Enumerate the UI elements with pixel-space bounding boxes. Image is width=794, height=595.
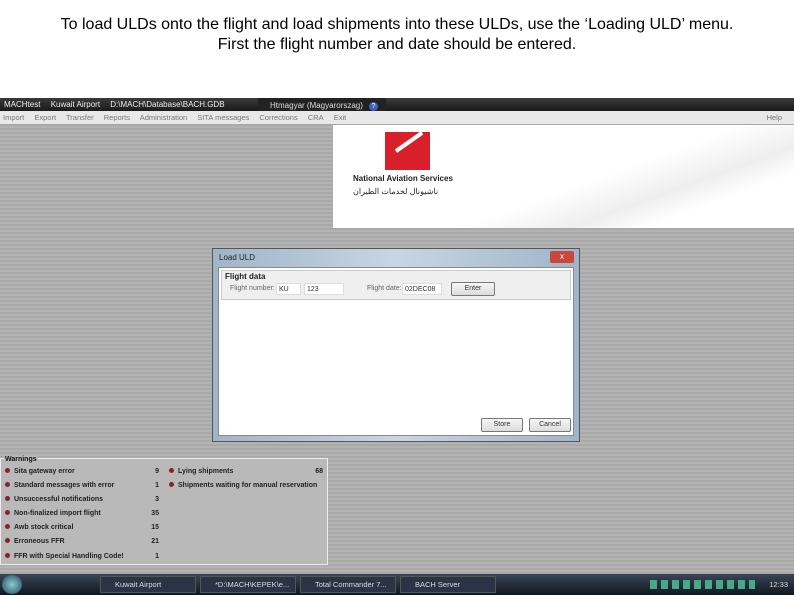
warning-label: Unsuccessful notifications bbox=[14, 496, 104, 503]
bullet-icon bbox=[5, 538, 10, 543]
app-titlebar: MACHtest Kuwait Airport D:\MACH\Database… bbox=[0, 98, 794, 111]
flight-date-input[interactable]: 02DEC08 bbox=[402, 283, 442, 295]
dialog-body: Flight data Flight number: KU 123 Flight… bbox=[218, 267, 574, 436]
flight-date-label: Flight date: bbox=[367, 285, 402, 292]
bullet-icon bbox=[5, 524, 10, 529]
warning-item[interactable]: Awb stock critical bbox=[5, 524, 73, 531]
menu-exit[interactable]: Exit bbox=[334, 113, 347, 122]
store-button[interactable]: Store bbox=[481, 418, 523, 432]
warning-count: 15 bbox=[151, 524, 159, 531]
taskbar-item-editor[interactable]: *D:\MACH\KEPEK\e... bbox=[200, 576, 296, 593]
flight-number-input[interactable]: 123 bbox=[304, 283, 344, 295]
dialog-title: Load ULD bbox=[219, 253, 256, 262]
warning-count: 9 bbox=[155, 468, 159, 475]
menu-transfer[interactable]: Transfer bbox=[66, 113, 94, 122]
warning-count: 35 bbox=[151, 510, 159, 517]
taskbar: Kuwait Airport *D:\MACH\KEPEK\e... Total… bbox=[0, 574, 794, 595]
logo-name: National Aviation Services bbox=[353, 174, 453, 183]
start-button-icon[interactable] bbox=[2, 575, 22, 594]
warning-label: Standard messages with error bbox=[14, 482, 115, 489]
warning-count: 1 bbox=[155, 482, 159, 489]
logo-arabic: ناشيونال لخدمات الطيران bbox=[353, 187, 439, 196]
nas-logo-icon bbox=[385, 132, 430, 170]
warning-label: Erroneous FFR bbox=[14, 538, 65, 545]
bullet-icon bbox=[5, 553, 10, 558]
warning-item[interactable]: Non-finalized import flight bbox=[5, 510, 101, 517]
slide-caption: To load ULDs onto the flight and load sh… bbox=[0, 0, 794, 98]
warning-label: Sita gateway error bbox=[14, 468, 75, 475]
menu-sita-messages[interactable]: SITA messages bbox=[197, 113, 249, 122]
group-label: Flight data bbox=[225, 272, 266, 281]
warning-item[interactable]: FFR with Special Handling Code! bbox=[5, 553, 124, 560]
app-name: MACHtest bbox=[4, 100, 41, 109]
warnings-panel: Warnings Sita gateway error 9 Standard m… bbox=[0, 456, 328, 565]
warning-item[interactable]: Unsuccessful notifications bbox=[5, 496, 103, 503]
carrier-input[interactable]: KU bbox=[276, 283, 301, 295]
warning-item[interactable]: Shipments waiting for manual reservation bbox=[169, 482, 317, 489]
warning-label: Awb stock critical bbox=[14, 524, 74, 531]
menu-reports[interactable]: Reports bbox=[104, 113, 130, 122]
warning-item[interactable]: Lying shipments bbox=[169, 468, 233, 475]
system-tray-icons[interactable] bbox=[650, 580, 755, 589]
warning-label: Lying shipments bbox=[178, 468, 234, 475]
warning-count: 1 bbox=[155, 553, 159, 560]
warning-item[interactable]: Erroneous FFR bbox=[5, 538, 65, 545]
bullet-icon bbox=[169, 482, 174, 487]
menu-administration[interactable]: Administration bbox=[140, 113, 188, 122]
flight-data-group: Flight data Flight number: KU 123 Flight… bbox=[221, 270, 571, 300]
company-logo: National Aviation Services ناشيونال لخدم… bbox=[333, 125, 794, 228]
bullet-icon bbox=[5, 510, 10, 515]
menu-import[interactable]: Import bbox=[3, 113, 24, 122]
airport-name: Kuwait Airport bbox=[50, 100, 101, 109]
cancel-button[interactable]: Cancel bbox=[529, 418, 571, 432]
warning-count: 68 bbox=[315, 468, 323, 475]
warning-count: 21 bbox=[151, 538, 159, 545]
warning-label: Non-finalized import flight bbox=[14, 510, 101, 517]
flight-number-label: Flight number: bbox=[230, 285, 275, 292]
caption-line-2: First the flight number and date should … bbox=[217, 36, 577, 53]
load-uld-dialog: Load ULD x Flight data Flight number: KU… bbox=[212, 248, 580, 442]
warning-count: 3 bbox=[155, 496, 159, 503]
bullet-icon bbox=[5, 482, 10, 487]
caption-line-1: To load ULDs onto the flight and load sh… bbox=[60, 16, 734, 33]
bullet-icon bbox=[169, 468, 174, 473]
menu-help[interactable]: Help bbox=[767, 111, 782, 124]
taskbar-item-kuwait-airport[interactable]: Kuwait Airport bbox=[100, 576, 196, 593]
warning-item[interactable]: Sita gateway error bbox=[5, 468, 75, 475]
enter-button[interactable]: Enter bbox=[451, 282, 495, 296]
user-name: Htmagyar (Magyarorszag) bbox=[270, 101, 363, 110]
warnings-title: Warnings bbox=[4, 456, 38, 463]
warning-label: Shipments waiting for manual reservation bbox=[178, 482, 318, 489]
menu-bar: Import Export Transfer Reports Administr… bbox=[0, 111, 794, 124]
help-icon[interactable]: ? bbox=[368, 102, 378, 111]
bullet-icon bbox=[5, 496, 10, 501]
close-button[interactable]: x bbox=[550, 251, 574, 263]
taskbar-item-bach-server[interactable]: BACH Server bbox=[400, 576, 496, 593]
menu-corrections[interactable]: Corrections bbox=[259, 113, 297, 122]
taskbar-item-total-commander[interactable]: Total Commander 7... bbox=[300, 576, 396, 593]
menu-cra[interactable]: CRA bbox=[308, 113, 324, 122]
bullet-icon bbox=[5, 468, 10, 473]
warning-item[interactable]: Standard messages with error bbox=[5, 482, 114, 489]
clock: 12:33 bbox=[769, 580, 788, 589]
database-path: D:\MACH\Database\BACH.GDB bbox=[110, 100, 225, 109]
menu-export[interactable]: Export bbox=[34, 113, 56, 122]
warning-label: FFR with Special Handling Code! bbox=[14, 553, 124, 560]
